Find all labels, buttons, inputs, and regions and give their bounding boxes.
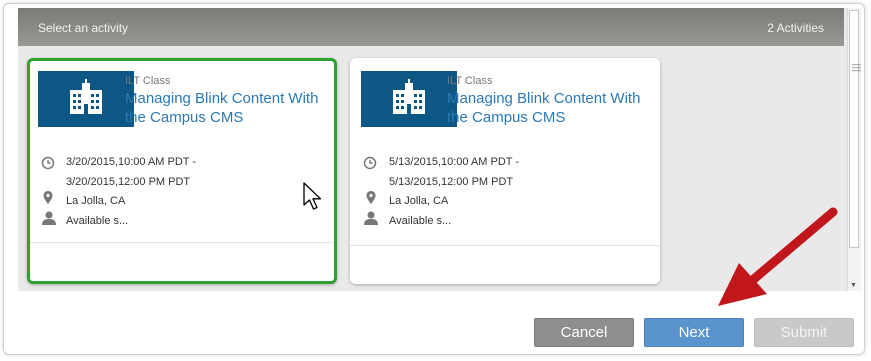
activity-start-time: 5/13/2015,10:00 AM PDT - — [389, 156, 520, 168]
activity-title[interactable]: Managing Blink Content With the Campus C… — [125, 89, 330, 127]
map-pin-icon — [366, 191, 376, 204]
annotation-arrow-icon — [718, 207, 838, 306]
mouse-cursor-icon — [303, 182, 322, 210]
card-footer — [350, 245, 660, 284]
scrollbar-thumb[interactable]: — — — — [849, 10, 861, 248]
person-icon — [42, 211, 56, 225]
clock-icon — [41, 156, 55, 170]
activity-availability: Available s... — [66, 215, 129, 227]
cancel-button[interactable]: Cancel — [534, 318, 634, 347]
activity-thumbnail — [38, 71, 134, 127]
activity-location: La Jolla, CA — [389, 195, 449, 207]
activity-type: ILT Class — [447, 75, 493, 87]
person-icon — [364, 211, 378, 225]
activity-card-2[interactable]: ILT Class Managing Blink Content With th… — [350, 58, 660, 284]
panel-header: Select an activity 2 Activities — [18, 8, 844, 46]
submit-button[interactable]: Submit — [754, 318, 854, 347]
activity-location: La Jolla, CA — [66, 195, 126, 207]
activity-end-time: 5/13/2015,12:00 PM PDT — [389, 176, 514, 188]
activity-availability: Available s... — [389, 215, 452, 227]
scroll-grip-icon: — — — — [852, 59, 861, 75]
activity-count: 2 Activities — [767, 21, 824, 35]
building-icon — [393, 79, 425, 114]
activity-start-time: 3/20/2015,10:00 AM PDT - — [66, 156, 197, 168]
activity-type: ILT Class — [125, 75, 171, 87]
building-icon — [70, 79, 102, 114]
clock-icon — [363, 156, 377, 170]
activity-thumbnail — [361, 71, 457, 127]
activity-title[interactable]: Managing Blink Content With the Campus C… — [447, 89, 652, 127]
map-pin-icon — [43, 191, 53, 204]
activity-end-time: 3/20/2015,12:00 PM PDT — [66, 176, 191, 188]
next-button[interactable]: Next — [644, 318, 744, 347]
card-footer — [30, 242, 334, 281]
scroll-down-arrow-icon[interactable]: ▼ — [850, 282, 857, 289]
panel-title: Select an activity — [38, 21, 129, 35]
activity-card-1[interactable]: ILT Class Managing Blink Content With th… — [27, 58, 337, 284]
